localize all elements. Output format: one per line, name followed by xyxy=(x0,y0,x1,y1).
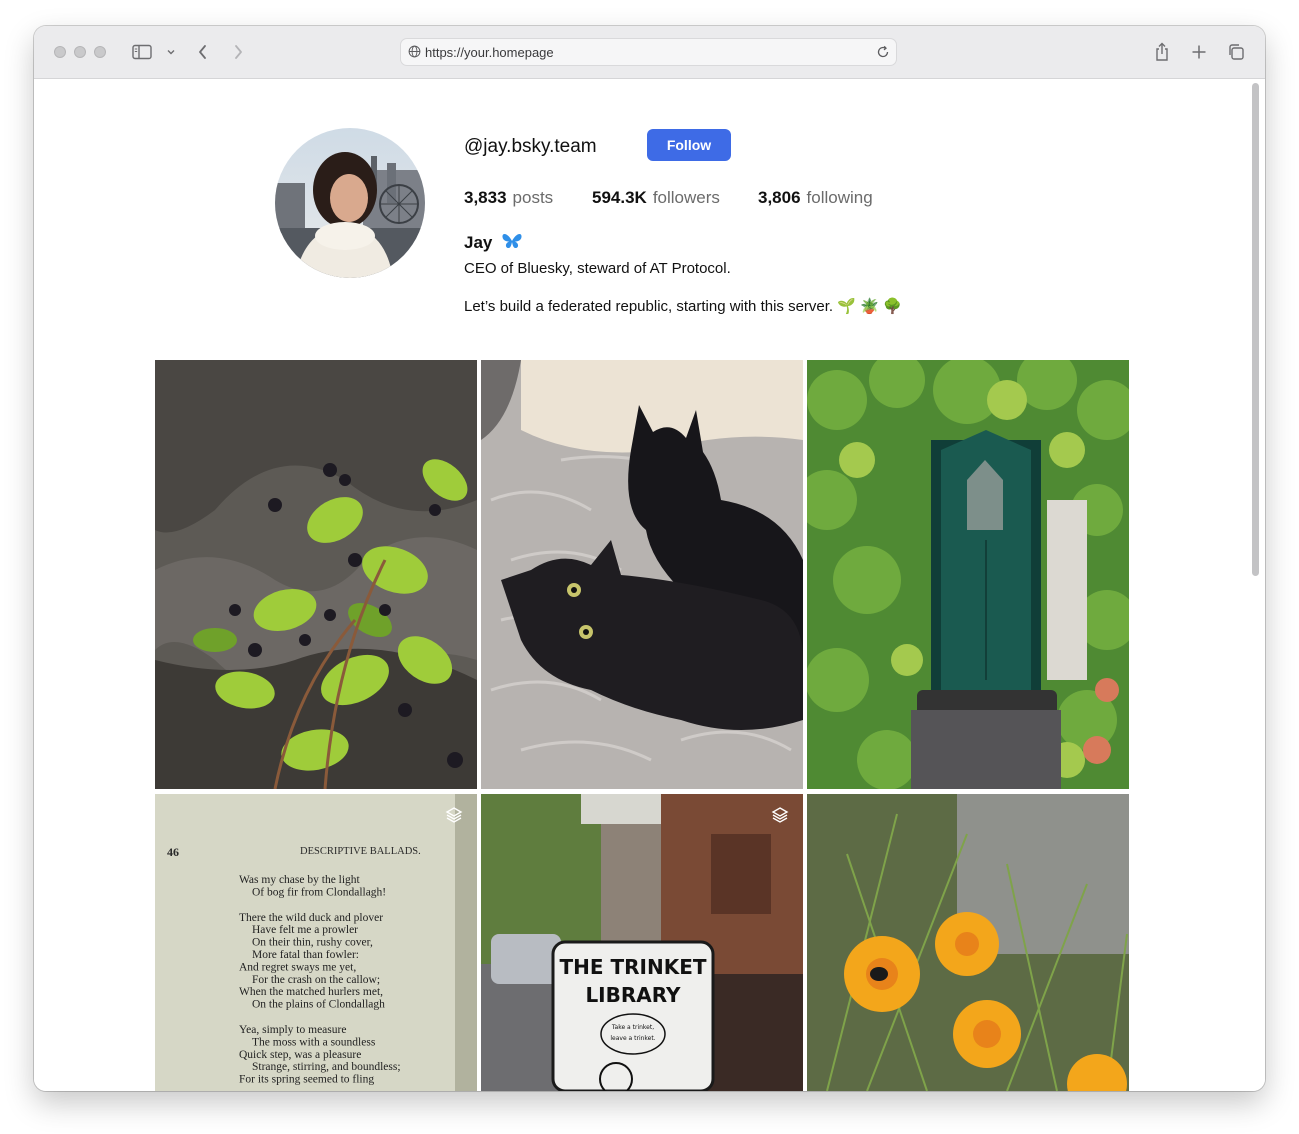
posts-label: posts xyxy=(512,188,554,207)
poem-line: Quick step, was a pleasure xyxy=(239,1049,361,1061)
share-icon[interactable] xyxy=(1150,40,1174,64)
post-thumbnail-trinket-library[interactable]: THE TRINKET LIBRARY Take a trinket, leav… xyxy=(481,794,803,1091)
browser-toolbar: https://your.homepage xyxy=(34,26,1265,79)
sidebar-toggle-icon[interactable] xyxy=(130,40,154,64)
followers-label: followers xyxy=(652,188,720,207)
back-arrow-icon[interactable] xyxy=(191,40,215,64)
poem-line: And regret sways me yet, xyxy=(239,961,356,973)
address-bar[interactable]: https://your.homepage xyxy=(400,38,897,66)
posts-stat[interactable]: 3,833 posts xyxy=(464,188,553,208)
new-tab-plus-icon[interactable] xyxy=(1187,40,1211,64)
following-stat[interactable]: 3,806 following xyxy=(758,188,873,208)
poem-line: There the wild duck and plover xyxy=(239,912,383,924)
zoom-window-button[interactable] xyxy=(94,46,106,58)
followers-stat[interactable]: 594.3K followers xyxy=(592,188,720,208)
book-page-number: 46 xyxy=(167,845,179,859)
profile-handle: @jay.bsky.team xyxy=(464,136,597,157)
reload-icon[interactable] xyxy=(876,45,890,64)
post-thumbnail-green-door[interactable] xyxy=(807,360,1129,789)
page-content: @jay.bsky.team Follow 3,833 posts 594.3K f… xyxy=(34,79,1265,1091)
poem-line: Of bog fir from Clondallagh! xyxy=(252,886,386,898)
poem-line: Yea, simply to measure xyxy=(239,1024,346,1036)
posts-count: 3,833 xyxy=(464,188,507,207)
following-count: 3,806 xyxy=(758,188,801,207)
poem-line: On their thin, rushy cover, xyxy=(252,937,373,949)
multiple-images-icon xyxy=(445,806,463,824)
profile-avatar[interactable] xyxy=(275,128,425,278)
poem-line: Was my chase by the light xyxy=(239,874,361,886)
poem-line: Have felt me a prowler xyxy=(252,924,358,936)
following-label: following xyxy=(806,188,873,207)
url-text: https://your.homepage xyxy=(425,45,554,60)
multiple-images-icon xyxy=(771,806,789,824)
bio-line-2: Let’s build a federated republic, starti… xyxy=(464,298,902,315)
browser-window: https://your.homepage @jay.bsky.team Fol… xyxy=(34,26,1265,1091)
trinket-sign-line-2: LIBRARY xyxy=(585,983,681,1007)
trinket-sign-line-1: THE TRINKET xyxy=(559,955,706,979)
butterfly-icon xyxy=(501,232,523,255)
minimize-window-button[interactable] xyxy=(74,46,86,58)
tab-overview-icon[interactable] xyxy=(1224,40,1248,64)
poem-line: Strange, stirring, and boundless; xyxy=(252,1061,401,1073)
poem-line: On the plains of Clondallagh xyxy=(252,999,385,1011)
close-window-button[interactable] xyxy=(54,46,66,58)
display-name: Jay xyxy=(464,232,523,255)
post-thumbnail-poppies[interactable] xyxy=(807,794,1129,1091)
vertical-scrollbar[interactable] xyxy=(1252,83,1259,576)
poem-line: The moss with a soundless xyxy=(252,1036,376,1048)
post-thumbnail-blackberries[interactable] xyxy=(155,360,477,789)
forward-arrow-icon[interactable] xyxy=(226,40,250,64)
trinket-bubble-line-1: Take a trinket, xyxy=(611,1024,654,1031)
post-thumbnail-kittens[interactable] xyxy=(481,360,803,789)
book-page-heading: DESCRIPTIVE BALLADS. xyxy=(300,846,421,857)
follow-button[interactable]: Follow xyxy=(647,129,731,161)
poem-line: More fatal than fowler: xyxy=(252,949,359,961)
bio-line-1: CEO of Bluesky, steward of AT Protocol. xyxy=(464,260,731,277)
poem-line: When the matched hurlers met, xyxy=(239,986,383,998)
poem-line: For the crash on the callow; xyxy=(252,974,380,986)
poem-line: For its spring seemed to fling xyxy=(239,1074,374,1086)
followers-count: 594.3K xyxy=(592,188,647,207)
display-name-text: Jay xyxy=(464,233,493,252)
trinket-bubble-line-2: leave a trinket. xyxy=(610,1035,655,1042)
globe-icon xyxy=(408,45,421,63)
chevron-down-icon[interactable] xyxy=(159,40,183,64)
post-thumbnail-book-page[interactable]: 46 DESCRIPTIVE BALLADS. Was my chase by … xyxy=(155,794,477,1091)
